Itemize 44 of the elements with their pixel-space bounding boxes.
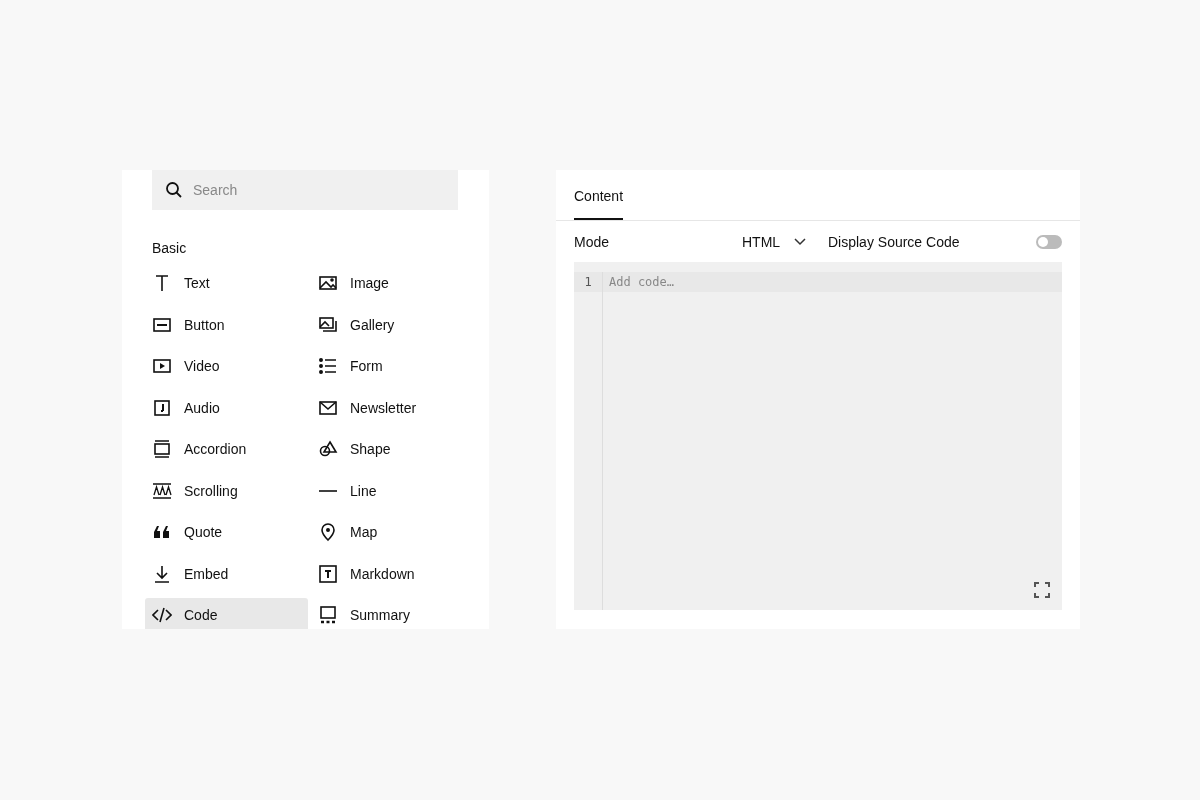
list-icon xyxy=(318,356,338,376)
content-tab[interactable]: Content xyxy=(574,170,624,220)
block-item[interactable]: Summary xyxy=(308,598,458,629)
mode-label: Mode xyxy=(574,233,611,250)
download-icon xyxy=(152,563,172,584)
expand-icon[interactable] xyxy=(1034,582,1050,598)
code-editor[interactable]: 1 Add code… xyxy=(574,262,1062,610)
line-icon xyxy=(318,488,338,493)
chevron-down-icon xyxy=(794,237,807,246)
gallery-icon xyxy=(318,314,338,335)
block-item[interactable]: Audio xyxy=(145,390,308,425)
toggle-switch[interactable] xyxy=(1036,234,1062,249)
block-item[interactable]: Map xyxy=(308,515,458,549)
block-item[interactable]: Code xyxy=(145,598,308,629)
markdown-icon xyxy=(318,563,338,584)
code-placeholder: Add code… xyxy=(603,272,1062,292)
accordion-icon xyxy=(152,439,172,459)
block-item[interactable]: Line xyxy=(308,473,458,508)
block-item[interactable]: Embed xyxy=(145,556,308,591)
block-item[interactable]: Form xyxy=(308,349,458,383)
block-item[interactable]: Button xyxy=(145,307,308,342)
shape-icon xyxy=(318,439,338,459)
block-item[interactable]: Quote xyxy=(145,515,308,549)
block-item[interactable]: Scrolling xyxy=(145,473,308,508)
block-item[interactable]: Gallery xyxy=(308,307,458,342)
block-item[interactable]: Video xyxy=(145,349,308,383)
scrolling-icon xyxy=(152,480,172,501)
block-item[interactable]: Shape xyxy=(308,432,458,466)
audio-icon xyxy=(152,397,172,418)
mode-dropdown[interactable]: HTML xyxy=(742,233,828,250)
line-number: 1 xyxy=(574,272,602,292)
code-icon xyxy=(152,605,172,625)
summary-icon xyxy=(318,605,338,625)
video-icon xyxy=(152,356,172,376)
block-item[interactable]: Image xyxy=(308,266,458,300)
block-item[interactable]: Text xyxy=(145,266,308,300)
section-title: Basic xyxy=(152,240,188,256)
image-icon xyxy=(318,273,338,293)
search-field[interactable]: Search xyxy=(152,170,458,210)
block-item[interactable]: Markdown xyxy=(308,556,458,591)
map-pin-icon xyxy=(318,522,338,542)
block-item[interactable]: Newsletter xyxy=(308,390,458,425)
display-source-label: Display Source Code xyxy=(828,233,961,250)
block-item[interactable]: Accordion xyxy=(145,432,308,466)
